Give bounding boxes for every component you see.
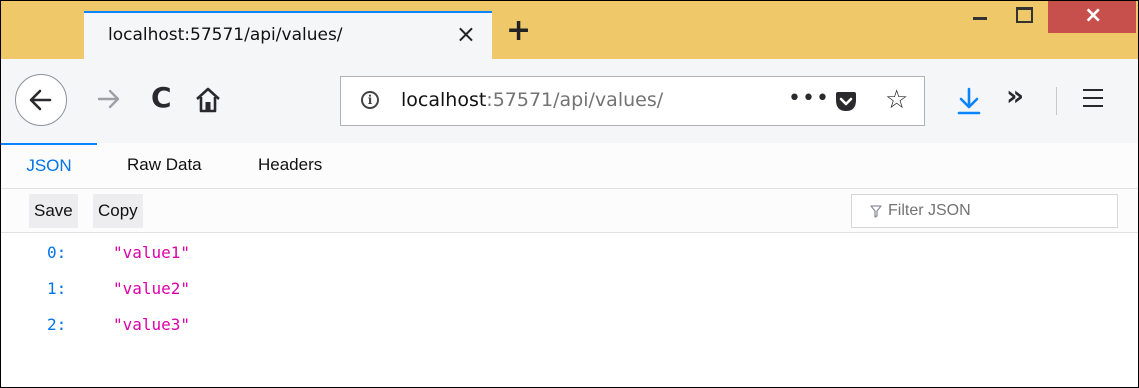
json-value: "value3": [113, 315, 191, 334]
reload-icon[interactable]: C: [151, 84, 172, 112]
filter-json-input[interactable]: [888, 200, 1108, 222]
toolbar-divider: [1056, 87, 1057, 115]
navigation-toolbar: C i localhost:57571/api/values/ ••• ☆ »: [1, 59, 1138, 143]
json-toolbar: Save Copy: [1, 189, 1138, 233]
json-key: 2:: [47, 315, 67, 334]
forward-arrow-icon: [97, 89, 120, 109]
pocket-icon[interactable]: [834, 91, 858, 113]
hamburger-menu-icon[interactable]: [1083, 89, 1103, 109]
browser-window: localhost:57571/api/values/ × + × C i lo…: [0, 0, 1139, 388]
close-window-button[interactable]: ×: [1048, 1, 1136, 33]
json-key: 0:: [47, 243, 67, 262]
url-host: localhost: [401, 89, 487, 111]
home-icon[interactable]: [193, 85, 223, 115]
address-bar[interactable]: i localhost:57571/api/values/ ••• ☆: [340, 76, 925, 126]
overflow-menu-icon[interactable]: »: [1006, 79, 1024, 112]
bookmark-star-icon[interactable]: ☆: [885, 87, 908, 113]
tab-raw-data[interactable]: Raw Data: [127, 143, 202, 189]
filter-box[interactable]: [851, 194, 1118, 228]
forward-button[interactable]: [95, 85, 125, 115]
download-icon[interactable]: [956, 87, 982, 117]
json-value: "value2": [113, 279, 191, 298]
browser-tab[interactable]: localhost:57571/api/values/ ×: [84, 11, 492, 59]
maximize-button[interactable]: [1003, 1, 1043, 31]
back-arrow-icon: [29, 89, 52, 111]
minimize-button[interactable]: [963, 1, 997, 31]
url-path: :57571/api/values/: [486, 89, 664, 111]
page-actions-icon[interactable]: •••: [788, 86, 830, 111]
json-key: 1:: [47, 279, 67, 298]
json-value: "value1": [113, 243, 191, 262]
tab-title: localhost:57571/api/values/: [108, 25, 343, 45]
tab-json[interactable]: JSON: [1, 143, 97, 191]
filter-funnel-icon: [870, 205, 882, 218]
new-tab-icon[interactable]: +: [506, 16, 531, 46]
close-icon: ×: [1084, 3, 1103, 28]
info-icon[interactable]: i: [361, 91, 379, 109]
save-button[interactable]: Save: [29, 194, 78, 228]
json-viewer-tabs: JSON Raw Data Headers: [1, 143, 1138, 189]
json-content: 0: "value1" 1: "value2" 2: "value3": [1, 233, 1138, 387]
tab-close-icon[interactable]: ×: [456, 21, 476, 47]
title-bar: localhost:57571/api/values/ × + ×: [1, 1, 1138, 59]
tab-headers[interactable]: Headers: [258, 143, 322, 189]
back-button[interactable]: [15, 74, 67, 126]
url-text[interactable]: localhost:57571/api/values/: [401, 89, 663, 111]
copy-button[interactable]: Copy: [93, 194, 143, 228]
